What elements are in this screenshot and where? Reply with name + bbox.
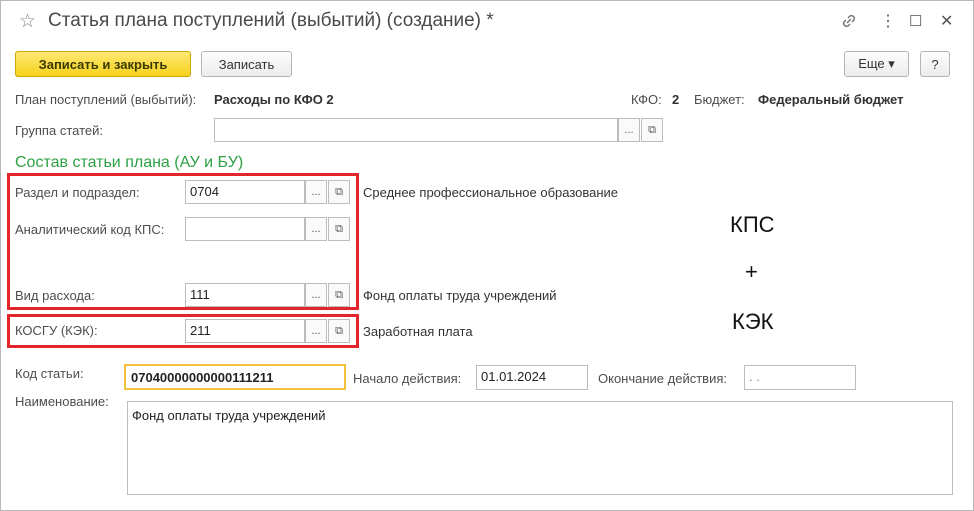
save-and-close-button[interactable]: Записать и закрыть (15, 51, 191, 77)
link-icon[interactable] (840, 12, 858, 36)
plan-label: План поступлений (выбытий): (15, 92, 197, 107)
more-actions-icon[interactable]: ⋮ (880, 12, 896, 32)
kosgu-select-button[interactable]: ... (305, 319, 327, 343)
kfo-value: 2 (672, 92, 680, 107)
start-date-input[interactable]: 01.01.2024 (476, 365, 588, 390)
budget-value: Федеральный бюджет (758, 92, 904, 107)
kps-label: Аналитический код КПС: (15, 222, 165, 237)
group-select-button[interactable]: ... (618, 118, 640, 142)
vid-open-button[interactable]: ⧉ (328, 283, 350, 307)
code-label: Код статьи: (15, 366, 84, 381)
kfo-label: КФО: (631, 92, 662, 107)
vid-description: Фонд оплаты труда учреждений (363, 288, 557, 303)
end-date-input[interactable]: . . (744, 365, 856, 390)
help-button[interactable]: ? (920, 51, 950, 77)
group-open-button[interactable]: ⧉ (641, 118, 663, 142)
end-date-label: Окончание действия: (598, 371, 727, 386)
code-input[interactable]: 07040000000000111211 (124, 364, 346, 390)
razdel-input[interactable]: 0704 (185, 180, 305, 204)
vid-select-button[interactable]: ... (305, 283, 327, 307)
kps-open-button[interactable]: ⧉ (328, 217, 350, 241)
more-button[interactable]: Еще ▾ (844, 51, 909, 77)
save-button[interactable]: Записать (201, 51, 292, 77)
name-textarea[interactable]: Фонд оплаты труда учреждений (127, 401, 953, 495)
vid-label: Вид расхода: (15, 288, 95, 303)
annotation-kek: КЭК (732, 309, 774, 334)
maximize-icon[interactable]: ☐ (909, 12, 922, 32)
kosgu-description: Заработная плата (363, 324, 473, 339)
window-title: Статья плана поступлений (выбытий) (созд… (48, 10, 494, 31)
close-icon[interactable]: ✕ (940, 12, 953, 32)
kosgu-input[interactable]: 211 (185, 319, 305, 343)
budget-label: Бюджет: (694, 92, 745, 107)
kps-input[interactable] (185, 217, 305, 241)
razdel-open-button[interactable]: ⧉ (328, 180, 350, 204)
annotation-kps: КПС (730, 212, 775, 237)
start-date-label: Начало действия: (353, 371, 462, 386)
group-input[interactable] (214, 118, 618, 142)
annotation-plus: + (745, 259, 758, 284)
kosgu-open-button[interactable]: ⧉ (328, 319, 350, 343)
favorite-star-icon[interactable]: ☆ (19, 12, 36, 32)
vid-input[interactable]: 111 (185, 283, 305, 307)
razdel-description: Среднее профессиональное образование (363, 185, 619, 200)
razdel-select-button[interactable]: ... (305, 180, 327, 204)
razdel-label: Раздел и подраздел: (15, 185, 140, 200)
section-title: Состав статьи плана (АУ и БУ) (15, 154, 244, 171)
name-label: Наименование: (15, 394, 109, 409)
group-label: Группа статей: (15, 123, 103, 138)
kosgu-label: КОСГУ (КЭК): (15, 323, 98, 338)
plan-value[interactable]: Расходы по КФО 2 (214, 92, 334, 107)
kps-select-button[interactable]: ... (305, 217, 327, 241)
